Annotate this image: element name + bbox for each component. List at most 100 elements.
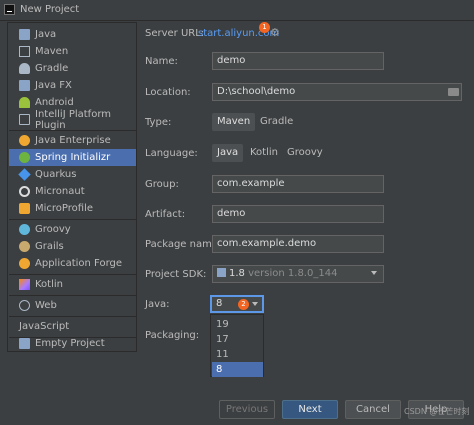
java-version-dropdown: 19 17 11 8: [210, 314, 264, 377]
cancel-button[interactable]: Cancel: [345, 400, 401, 419]
sidebar-item-label: Grails: [35, 241, 64, 252]
previous-button[interactable]: Previous: [219, 400, 275, 419]
sidebar-item-web[interactable]: Web: [9, 297, 136, 314]
name-field[interactable]: demo: [212, 52, 384, 70]
sidebar-item-empty-project[interactable]: Empty Project: [9, 335, 136, 352]
sidebar-item-label: Maven: [35, 46, 69, 57]
kotlin-icon: [19, 279, 30, 290]
sidebar-item-intellij-plugin[interactable]: IntelliJ Platform Plugin: [9, 108, 136, 131]
java-option-17[interactable]: 17: [212, 332, 263, 347]
sidebar-item-maven[interactable]: Maven: [9, 43, 136, 60]
artifact-label: Artifact:: [145, 209, 186, 220]
folder-icon: [19, 29, 30, 40]
spring-icon: [19, 152, 30, 163]
sidebar-item-application-forge[interactable]: Application Forge: [9, 255, 136, 272]
sidebar-item-label: MicroProfile: [35, 203, 94, 214]
sidebar-item-label: JavaScript: [19, 321, 70, 332]
sidebar-item-spring-initializr[interactable]: Spring Initializr: [9, 149, 136, 166]
forge-icon: [19, 258, 30, 269]
divider: [9, 219, 136, 220]
language-option-kotlin[interactable]: Kotlin: [245, 144, 283, 162]
groovy-icon: [19, 224, 30, 235]
divider: [9, 130, 136, 131]
java-option-19[interactable]: 19: [212, 317, 263, 332]
chevron-down-icon[interactable]: [371, 271, 377, 275]
window-title: New Project: [20, 4, 80, 15]
sidebar-item-microprofile[interactable]: MicroProfile: [9, 200, 136, 217]
package-name-field[interactable]: com.example.demo: [212, 235, 384, 253]
sidebar-item-label: Web: [35, 300, 57, 311]
sidebar-item-label: Gradle: [35, 63, 69, 74]
plugin-icon: [19, 114, 30, 125]
divider: [9, 316, 136, 317]
chevron-down-icon[interactable]: [252, 302, 258, 306]
sdk-version: version 1.8.0_144: [248, 268, 338, 279]
enterprise-icon: [19, 135, 30, 146]
next-button[interactable]: Next: [282, 400, 338, 419]
sidebar-item-java[interactable]: Java: [9, 26, 136, 43]
language-label: Language:: [145, 148, 198, 159]
maven-icon: [19, 46, 30, 57]
watermark: CSDN @芒芒时刻: [404, 407, 470, 416]
java-option-8[interactable]: 8: [212, 362, 263, 377]
sidebar-item-kotlin[interactable]: Kotlin: [9, 276, 136, 293]
sidebar-item-gradle[interactable]: Gradle: [9, 60, 136, 77]
quarkus-icon: [18, 168, 31, 181]
folder-browse-icon[interactable]: [448, 88, 459, 96]
language-option-groovy[interactable]: Groovy: [282, 144, 328, 162]
sidebar-item-javascript[interactable]: JavaScript: [9, 318, 136, 335]
java-option-11[interactable]: 11: [212, 347, 263, 362]
sidebar-item-label: Groovy: [35, 224, 71, 235]
sidebar-item-java-enterprise[interactable]: Java Enterprise: [9, 132, 136, 149]
packaging-label: Packaging:: [145, 330, 200, 341]
folder-icon: [19, 80, 30, 91]
intellij-app-icon: [4, 4, 15, 15]
sidebar-item-grails[interactable]: Grails: [9, 238, 136, 255]
android-icon: [19, 97, 30, 108]
sidebar-item-label: Java Enterprise: [35, 135, 111, 146]
micronaut-icon: [19, 186, 30, 197]
group-label: Group:: [145, 179, 179, 190]
location-field[interactable]: D:\school\demo: [212, 83, 462, 101]
sidebar-item-label: Application Forge: [35, 258, 123, 269]
server-url-label: Server URL:: [145, 28, 205, 39]
sidebar-item-javafx[interactable]: Java FX: [9, 77, 136, 94]
location-label: Location:: [145, 87, 191, 98]
location-value: D:\school\demo: [217, 86, 296, 97]
globe-icon: [19, 300, 30, 311]
group-field[interactable]: com.example: [212, 175, 384, 193]
java-version-value: 8: [216, 298, 223, 309]
type-label: Type:: [145, 117, 172, 128]
sdk-icon: [217, 268, 226, 277]
type-option-maven[interactable]: Maven: [212, 113, 256, 131]
sidebar-item-micronaut[interactable]: Micronaut: [9, 183, 136, 200]
sidebar-item-label: Quarkus: [35, 169, 77, 180]
project-type-list: Java Maven Gradle Java FX Android Intell…: [7, 22, 137, 352]
folder-icon: [19, 338, 30, 349]
divider: [9, 295, 136, 296]
sidebar-item-label: Micronaut: [35, 186, 85, 197]
project-sdk-label: Project SDK:: [145, 269, 207, 280]
title-bar: New Project: [0, 0, 474, 21]
sidebar-item-quarkus[interactable]: Quarkus: [9, 166, 136, 183]
sidebar-item-label: Android: [35, 97, 74, 108]
annotation-badge-1: 1: [259, 22, 270, 33]
package-name-label: Package name:: [145, 239, 222, 250]
annotation-badge-2: 2: [238, 299, 249, 310]
type-option-gradle[interactable]: Gradle: [255, 113, 298, 131]
sidebar-item-label: Empty Project: [35, 338, 105, 349]
gradle-icon: [19, 63, 30, 74]
project-sdk-select[interactable]: 1.8 version 1.8.0_144: [212, 265, 384, 283]
sidebar-item-label: Spring Initializr: [35, 152, 111, 163]
language-option-java[interactable]: Java: [212, 144, 244, 162]
grails-icon: [19, 241, 30, 252]
gear-icon[interactable]: ⚙: [270, 27, 280, 38]
sidebar-item-label: IntelliJ Platform Plugin: [35, 108, 111, 131]
name-label: Name:: [145, 56, 178, 67]
sidebar-item-groovy[interactable]: Groovy: [9, 221, 136, 238]
java-version-label: Java:: [145, 299, 170, 310]
sidebar-item-label: Kotlin: [35, 279, 63, 290]
artifact-field[interactable]: demo: [212, 205, 384, 223]
sdk-name: 1.8: [229, 268, 245, 279]
sidebar-item-label: Java FX: [35, 80, 72, 91]
